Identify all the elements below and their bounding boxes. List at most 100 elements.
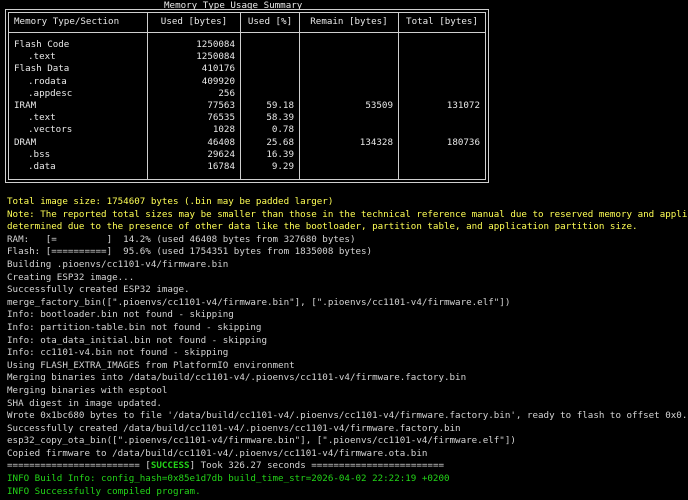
total-bytes	[398, 112, 486, 125]
used-bytes: 76535	[147, 112, 241, 125]
total-bytes	[398, 51, 486, 64]
table-row: .rodata 409920	[8, 75, 486, 88]
used-percent: 25.68	[240, 136, 300, 149]
terminal-output[interactable]: Memory Type Usage Summary Memory Type/Se…	[0, 0, 688, 500]
used-bytes: 410176	[147, 63, 241, 76]
used-bytes: 256	[147, 87, 241, 101]
remain-bytes	[299, 51, 399, 64]
note-line-continued: determined due to the presence of other …	[7, 221, 638, 233]
log-line: esp32_copy_ota_bin([".pioenvs/cc1101-v4/…	[7, 435, 516, 447]
used-percent	[240, 39, 300, 52]
log-line: merge_factory_bin([".pioenvs/cc1101-v4/f…	[7, 296, 511, 308]
remain-bytes: 134328	[299, 136, 399, 149]
used-bytes: 16784	[147, 161, 241, 174]
log-line: Using FLASH_EXTRA_IMAGES from PlatformIO…	[7, 359, 295, 371]
log-line: Successfully created ESP32 image.	[7, 284, 190, 296]
table-row: .data 16784 9.29	[8, 161, 486, 174]
table-row: DRAM 46408 25.68 134328 180736	[8, 136, 486, 149]
compiled-line: INFO Successfully compiled program.	[7, 485, 201, 497]
total-bytes: 131072	[398, 100, 486, 113]
used-percent	[240, 63, 300, 76]
log-line: Successfully created /data/build/cc1101-…	[7, 422, 461, 434]
section-name: Flash Data	[8, 63, 148, 76]
used-percent	[240, 51, 300, 64]
flash-usage-line: Flash: [==========] 95.6% (used 1754351 …	[7, 246, 373, 258]
log-line: Info: cc1101-v4.bin not found - skipping	[7, 347, 229, 359]
remain-bytes	[299, 39, 399, 52]
ram-usage-line: RAM: [= ] 14.2% (used 46408 bytes from 3…	[7, 233, 356, 245]
build-info-line: INFO Build Info: config_hash=0x85e1d7db …	[7, 473, 450, 485]
total-bytes	[398, 148, 486, 162]
remain-bytes	[299, 148, 399, 162]
used-bytes: 1250084	[147, 51, 241, 64]
section-name: .text	[8, 51, 148, 64]
section-name: .bss	[8, 148, 148, 162]
column-header: Used [%]	[240, 12, 300, 33]
log-line: Merging binaries with esptool	[7, 384, 168, 396]
table-row: .vectors 1028 0.78	[8, 124, 486, 137]
used-percent: 16.39	[240, 148, 300, 162]
used-bytes: 409920	[147, 75, 241, 88]
log-line: Creating ESP32 image...	[7, 271, 135, 283]
log-line: Building .pioenvs/cc1101-v4/firmware.bin	[7, 258, 229, 270]
separator-right: ] Took 326.27 seconds ==================…	[189, 460, 445, 472]
used-bytes: 1250084	[147, 39, 241, 52]
total-size-line: Total image size: 1754607 bytes (.bin ma…	[7, 196, 334, 207]
section-name: .rodata	[8, 75, 148, 88]
log-line: Merging binaries into /data/build/cc1101…	[7, 372, 467, 384]
section-name: DRAM	[8, 136, 148, 149]
table-row: .text 1250084	[8, 51, 486, 64]
log-line: Info: ota_data_initial.bin not found - s…	[7, 334, 267, 346]
table-title: Memory Type Usage Summary	[164, 0, 303, 11]
column-header: Remain [bytes]	[299, 12, 399, 33]
remain-bytes	[299, 161, 399, 174]
used-bytes: 46408	[147, 136, 241, 149]
log-line: Copied firmware to /data/build/cc1101-v4…	[7, 447, 428, 459]
used-bytes: 77563	[147, 100, 241, 113]
table-row: IRAM 77563 59.18 53509 131072	[8, 100, 486, 113]
section-name: .data	[8, 161, 148, 174]
table-row: .bss 29624 16.39	[8, 148, 486, 162]
column-header: Used [bytes]	[147, 12, 241, 33]
used-percent: 58.39	[240, 112, 300, 125]
section-name: IRAM	[8, 100, 148, 113]
remain-bytes	[299, 112, 399, 125]
total-bytes	[398, 161, 486, 174]
note-line: Note: The reported total sizes may be sm…	[7, 208, 688, 220]
remain-bytes	[299, 75, 399, 88]
table-row: Flash Code 1250084	[8, 39, 486, 52]
total-bytes: 180736	[398, 136, 486, 149]
total-bytes	[398, 39, 486, 52]
used-bytes: 1028	[147, 124, 241, 137]
success-label: SUCCESS	[150, 460, 190, 472]
used-percent: 9.29	[240, 161, 300, 174]
column-header: Total [bytes]	[398, 12, 486, 33]
used-percent: 0.78	[240, 124, 300, 137]
log-line: Info: bootloader.bin not found - skippin…	[7, 309, 234, 321]
used-percent: 59.18	[240, 100, 300, 113]
total-bytes	[398, 75, 486, 88]
section-name: .vectors	[8, 124, 148, 137]
memory-usage-table: Memory Type/Section Used [bytes] Used [%…	[5, 8, 489, 184]
used-percent	[240, 75, 300, 88]
section-name: .text	[8, 112, 148, 125]
total-bytes	[398, 87, 486, 101]
table-row: .appdesc 256	[8, 87, 486, 101]
total-bytes	[398, 124, 486, 137]
success-separator-line: ======================== [SUCCESS] Took …	[7, 460, 688, 473]
log-line: Wrote 0x1bc680 bytes to file '/data/buil…	[7, 410, 688, 422]
remain-bytes	[299, 87, 399, 101]
used-percent	[240, 87, 300, 101]
remain-bytes	[299, 63, 399, 76]
used-bytes: 29624	[147, 148, 241, 162]
table-header-row: Memory Type/Section Used [bytes] Used [%…	[8, 12, 486, 33]
column-header: Memory Type/Section	[8, 12, 148, 33]
table-row: .text 76535 58.39	[8, 112, 486, 125]
spacer-row	[8, 173, 486, 180]
remain-bytes	[299, 124, 399, 137]
section-name: Flash Code	[8, 39, 148, 52]
section-name: .appdesc	[8, 87, 148, 101]
build-log: Total image size: 1754607 bytes (.bin ma…	[7, 196, 688, 498]
table-row: Flash Data 410176	[8, 63, 486, 76]
remain-bytes: 53509	[299, 100, 399, 113]
